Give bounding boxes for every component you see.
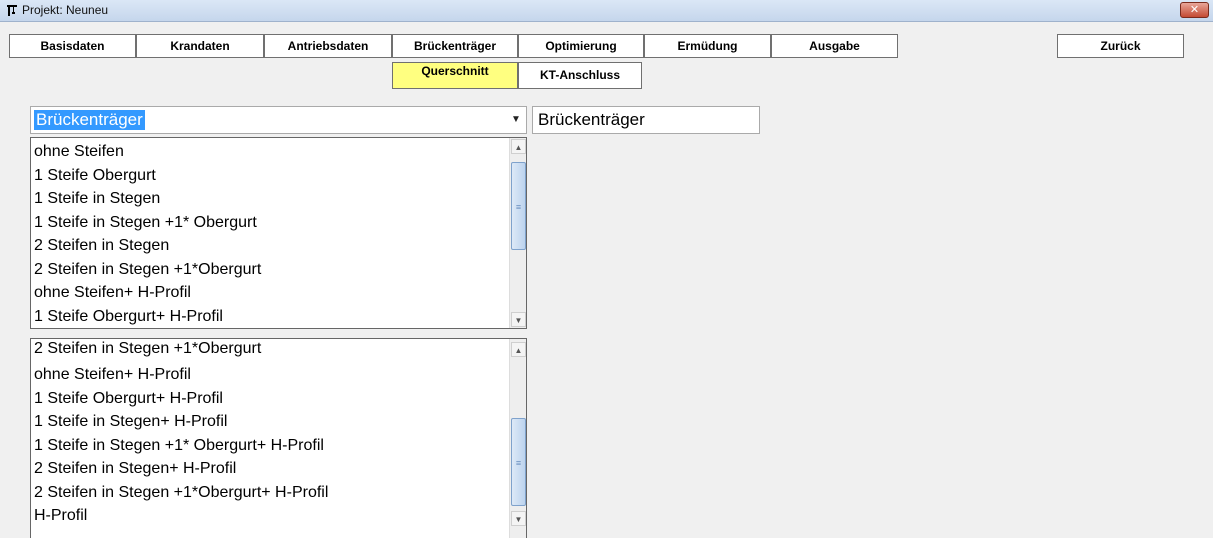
combo-dropdown-list[interactable]: ohne Steifen 1 Steife Obergurt 1 Steife … [30,137,527,329]
scroll-thumb[interactable]: ≡ [511,162,526,250]
list-item[interactable]: 1 Steife in Stegen [34,187,160,211]
list-item[interactable]: 2 Steifen in Stegen +1*Obergurt [34,258,261,282]
tab-krandaten[interactable]: Krandaten [136,34,264,58]
list-item[interactable]: 1 Steife in Stegen +1* Obergurt [34,211,257,235]
list-item[interactable]: 2 Steifen in Stegen +1*Obergurt+ H-Profi… [34,481,328,505]
subtab-querschnitt[interactable]: Querschnitt [392,62,518,89]
list-item[interactable]: 1 Steife Obergurt+ H-Profil [34,387,223,411]
profile-listbox[interactable]: 2 Steifen in Stegen +1*Obergurt ohne Ste… [30,338,527,538]
tab-antriebsdaten[interactable]: Antriebsdaten [264,34,392,58]
title-bar: Projekt: Neuneu ✕ [0,0,1213,22]
tab-optimierung[interactable]: Optimierung [518,34,644,58]
scroll-down-icon[interactable]: ▼ [511,312,526,327]
scroll-thumb[interactable]: ≡ [511,418,526,506]
scrollbar[interactable]: ▲ ≡ ▼ [509,138,526,328]
name-field[interactable]: Brückenträger [532,106,760,134]
list-item[interactable]: ohne Steifen+ H-Profil [34,281,191,305]
tab-ermuedung[interactable]: Ermüdung [644,34,771,58]
list-item[interactable]: 1 Steife Obergurt+ H-Profil [34,305,223,329]
crane-icon [7,5,17,16]
tab-ausgabe[interactable]: Ausgabe [771,34,898,58]
subtab-kt-anschluss[interactable]: KT-Anschluss [518,62,642,89]
tab-brueckentraeger[interactable]: Brückenträger [392,34,518,58]
scroll-up-icon[interactable]: ▲ [511,139,526,154]
list-item[interactable]: 1 Steife Obergurt [34,164,156,188]
list-item[interactable]: 1 Steife in Stegen+ H-Profil [34,410,227,434]
close-button[interactable]: ✕ [1180,2,1209,18]
combo-selected-value: Brückenträger [34,110,145,130]
scrollbar[interactable]: ▲ ≡ ▼ [509,339,526,538]
list-item[interactable]: 2 Steifen in Stegen +1*Obergurt [34,339,261,361]
window-title: Projekt: Neuneu [22,3,109,17]
list-item[interactable]: 2 Steifen in Stegen+ H-Profil [34,457,236,481]
list-item[interactable]: ohne Steifen [34,140,124,164]
list-item[interactable]: 2 Steifen in Stegen [34,234,169,258]
back-button[interactable]: Zurück [1057,34,1184,58]
profile-combobox[interactable]: Brückenträger ▼ [30,106,527,134]
tab-basisdaten[interactable]: Basisdaten [9,34,136,58]
list-item[interactable]: ohne Steifen+ H-Profil [34,363,191,387]
scroll-up-icon[interactable]: ▲ [511,342,526,357]
chevron-down-icon[interactable]: ▼ [508,111,524,129]
list-item[interactable]: 1 Steife in Stegen +1* Obergurt+ H-Profi… [34,434,324,458]
